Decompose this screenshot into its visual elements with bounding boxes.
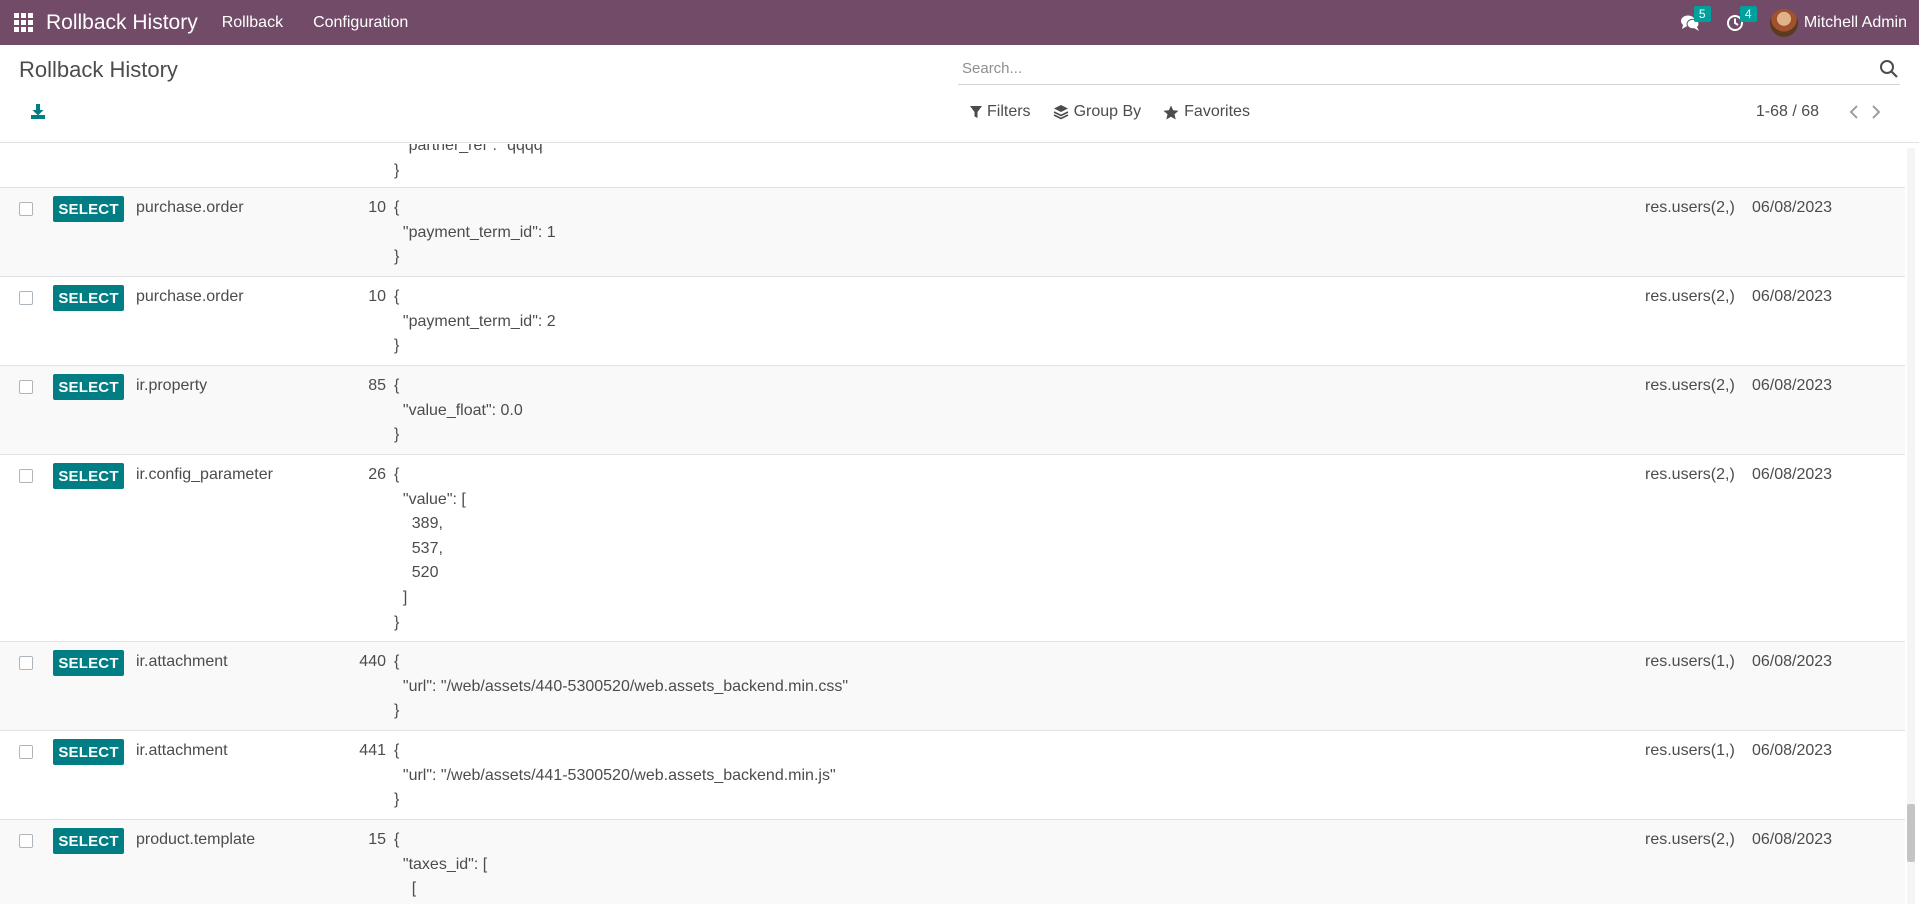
res-id-cell: 85 <box>368 377 386 394</box>
app-title[interactable]: Rollback History <box>46 11 198 35</box>
table-row[interactable]: "partner_ref": "qqqq" } <box>0 144 1905 188</box>
values-cell: "partner_ref": "qqqq" } <box>394 144 549 179</box>
res-id-cell: 441 <box>359 742 386 759</box>
select-button[interactable]: SELECT <box>53 374 124 400</box>
rollback-list: "partner_ref": "qqqq" } SELECT purchase.… <box>0 144 1905 904</box>
search-input[interactable] <box>958 60 1878 77</box>
scrollbar-thumb[interactable] <box>1907 804 1915 862</box>
date-cell: 06/08/2023 <box>1752 377 1833 394</box>
select-button[interactable]: SELECT <box>53 285 124 311</box>
filter-icon <box>970 106 982 118</box>
model-cell: ir.attachment <box>136 742 228 759</box>
user-cell: res.users(2,) <box>1645 288 1735 305</box>
messages-count-badge: 5 <box>1693 5 1711 22</box>
filters-button[interactable]: Filters <box>970 103 1031 121</box>
apps-menu-icon[interactable] <box>12 12 34 34</box>
res-id-cell: 10 <box>368 199 386 216</box>
user-cell: res.users(2,) <box>1645 377 1735 394</box>
table-row[interactable]: SELECT purchase.order 10 { "payment_term… <box>0 188 1905 277</box>
row-checkbox[interactable] <box>19 291 33 305</box>
res-id-cell: 15 <box>368 831 386 848</box>
table-row[interactable]: SELECT ir.property 85 { "value_float": 0… <box>0 366 1905 455</box>
date-cell: 06/08/2023 <box>1752 288 1833 305</box>
row-checkbox[interactable] <box>19 834 33 848</box>
row-checkbox[interactable] <box>19 380 33 394</box>
model-cell: purchase.order <box>136 288 244 305</box>
top-navbar: Rollback History Rollback Configuration … <box>0 0 1919 45</box>
user-cell: res.users(2,) <box>1645 466 1735 483</box>
filters-label: Filters <box>987 103 1031 120</box>
search-options: Filters Group By Favorites <box>970 103 1272 121</box>
row-checkbox[interactable] <box>19 656 33 670</box>
model-cell: ir.property <box>136 377 208 394</box>
date-cell: 06/08/2023 <box>1752 653 1833 670</box>
model-cell: product.template <box>136 831 256 848</box>
user-cell: res.users(1,) <box>1645 653 1735 670</box>
select-button[interactable]: SELECT <box>53 828 124 854</box>
favorites-label: Favorites <box>1184 103 1250 120</box>
model-cell: ir.attachment <box>136 653 228 670</box>
row-checkbox[interactable] <box>19 202 33 216</box>
control-panel: Rollback History Filters Group B <box>0 45 1919 143</box>
row-checkbox[interactable] <box>19 469 33 483</box>
res-id-cell: 26 <box>368 466 386 483</box>
date-cell: 06/08/2023 <box>1752 831 1833 848</box>
chevron-right-icon[interactable] <box>1869 104 1883 120</box>
search-bar <box>958 53 1900 85</box>
vertical-scrollbar[interactable] <box>1907 148 1915 904</box>
values-cell: { "value_float": 0.0 } <box>394 377 523 444</box>
menu-rollback[interactable]: Rollback <box>222 14 283 32</box>
values-cell: { "url": "/web/assets/441-5300520/web.as… <box>394 742 836 809</box>
user-cell: res.users(2,) <box>1645 831 1735 848</box>
pager: 1-68 / 68 <box>1756 103 1883 121</box>
group-by-button[interactable]: Group By <box>1053 103 1142 121</box>
layers-icon <box>1053 105 1068 120</box>
user-menu[interactable]: Mitchell Admin <box>1769 8 1907 37</box>
table-row[interactable]: SELECT ir.attachment 440 { "url": "/web/… <box>0 642 1905 731</box>
select-button[interactable]: SELECT <box>53 739 124 765</box>
user-name: Mitchell Admin <box>1803 13 1907 31</box>
pager-value[interactable]: 1-68 / 68 <box>1756 103 1819 121</box>
values-cell: { "value": [ 389, 537, 520 ] } <box>394 466 466 631</box>
table-row[interactable]: SELECT ir.config_parameter 26 { "value":… <box>0 455 1905 642</box>
row-checkbox[interactable] <box>19 745 33 759</box>
table-row[interactable]: SELECT product.template 15 { "taxes_id":… <box>0 820 1905 904</box>
res-id-cell: 10 <box>368 288 386 305</box>
table-row[interactable]: SELECT purchase.order 10 { "payment_term… <box>0 277 1905 366</box>
export-button[interactable] <box>28 101 50 123</box>
values-cell: { "payment_term_id": 1 } <box>394 199 556 266</box>
user-cell: res.users(1,) <box>1645 742 1735 759</box>
activities-button[interactable]: 4 <box>1726 5 1757 32</box>
table-row[interactable]: SELECT ir.attachment 441 { "url": "/web/… <box>0 731 1905 820</box>
group-by-label: Group By <box>1073 103 1142 120</box>
favorites-button[interactable]: Favorites <box>1163 103 1250 121</box>
values-cell: { "payment_term_id": 2 } <box>394 288 556 355</box>
page-title: Rollback History <box>19 57 178 82</box>
search-icon[interactable] <box>1878 58 1900 80</box>
avatar <box>1769 8 1798 37</box>
menu-configuration[interactable]: Configuration <box>313 14 408 32</box>
select-button[interactable]: SELECT <box>53 650 124 676</box>
select-button[interactable]: SELECT <box>53 196 124 222</box>
values-cell: { "taxes_id": [ [ <box>394 831 488 898</box>
model-cell: purchase.order <box>136 199 244 216</box>
download-icon <box>31 104 45 119</box>
user-cell: res.users(2,) <box>1645 199 1735 216</box>
date-cell: 06/08/2023 <box>1752 742 1833 759</box>
star-icon <box>1163 105 1179 119</box>
date-cell: 06/08/2023 <box>1752 199 1833 216</box>
select-button[interactable]: SELECT <box>53 463 124 489</box>
chevron-left-icon[interactable] <box>1847 104 1861 120</box>
res-id-cell: 440 <box>359 653 386 670</box>
model-cell: ir.config_parameter <box>136 466 273 483</box>
messages-button[interactable]: 5 <box>1680 5 1711 32</box>
date-cell: 06/08/2023 <box>1752 466 1833 483</box>
activities-count-badge: 4 <box>1739 5 1757 22</box>
values-cell: { "url": "/web/assets/440-5300520/web.as… <box>394 653 849 720</box>
